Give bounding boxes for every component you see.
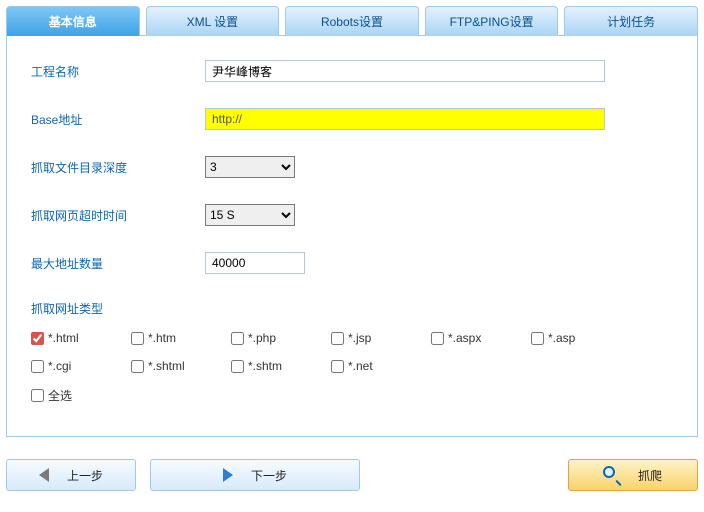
type-html-checkbox[interactable] (31, 332, 44, 345)
type-aspx[interactable]: *.aspx (431, 331, 531, 345)
max-urls-label: 最大地址数量 (25, 255, 205, 272)
prev-button[interactable]: 上一步 (6, 459, 136, 491)
type-asp[interactable]: *.asp (531, 331, 631, 345)
next-button-label: 下一步 (251, 467, 287, 484)
type-cgi[interactable]: *.cgi (31, 359, 131, 373)
type-net-checkbox[interactable] (331, 360, 344, 373)
prev-button-label: 上一步 (67, 467, 103, 484)
max-urls-input[interactable] (205, 252, 305, 274)
project-name-label: 工程名称 (25, 63, 205, 80)
base-url-label: Base地址 (25, 111, 205, 128)
url-types-label: 抓取网址类型 (25, 300, 679, 317)
type-shtml-checkbox[interactable] (131, 360, 144, 373)
type-shtm-checkbox[interactable] (231, 360, 244, 373)
arrow-right-icon (223, 468, 233, 482)
tab-robots-settings[interactable]: Robots设置 (285, 6, 419, 36)
timeout-label: 抓取网页超时时间 (25, 207, 205, 224)
type-php[interactable]: *.php (231, 331, 331, 345)
basic-info-panel: 工程名称 Base地址 抓取文件目录深度 3 抓取网页超时时间 15 S 最大地… (6, 35, 698, 437)
type-aspx-checkbox[interactable] (431, 332, 444, 345)
select-all[interactable]: 全选 (31, 387, 131, 404)
type-jsp-checkbox[interactable] (331, 332, 344, 345)
magnifier-icon (604, 467, 620, 483)
project-name-input[interactable] (205, 60, 605, 82)
type-shtml[interactable]: *.shtml (131, 359, 231, 373)
type-htm[interactable]: *.htm (131, 331, 231, 345)
base-url-input[interactable] (205, 108, 605, 130)
url-types-grid: *.html *.htm *.php *.jsp *.aspx *.asp *.… (25, 331, 679, 387)
type-net[interactable]: *.net (331, 359, 431, 373)
type-html[interactable]: *.html (31, 331, 131, 345)
crawl-depth-select[interactable]: 3 (205, 156, 295, 178)
timeout-select[interactable]: 15 S (205, 204, 295, 226)
next-button[interactable]: 下一步 (150, 459, 360, 491)
type-htm-checkbox[interactable] (131, 332, 144, 345)
type-php-checkbox[interactable] (231, 332, 244, 345)
tab-ftp-ping-settings[interactable]: FTP&PING设置 (425, 6, 559, 36)
tab-scheduled-tasks[interactable]: 计划任务 (564, 6, 698, 36)
select-all-checkbox[interactable] (31, 389, 44, 402)
arrow-left-icon (39, 468, 49, 482)
tab-basic-info[interactable]: 基本信息 (6, 6, 140, 36)
type-jsp[interactable]: *.jsp (331, 331, 431, 345)
type-cgi-checkbox[interactable] (31, 360, 44, 373)
tab-xml-settings[interactable]: XML 设置 (146, 6, 280, 36)
crawl-button[interactable]: 抓爬 (568, 459, 698, 491)
tab-bar: 基本信息 XML 设置 Robots设置 FTP&PING设置 计划任务 (6, 6, 698, 36)
type-asp-checkbox[interactable] (531, 332, 544, 345)
crawl-depth-label: 抓取文件目录深度 (25, 159, 205, 176)
bottom-bar: 上一步 下一步 抓爬 (6, 459, 698, 491)
crawl-button-label: 抓爬 (638, 467, 662, 484)
type-shtm[interactable]: *.shtm (231, 359, 331, 373)
